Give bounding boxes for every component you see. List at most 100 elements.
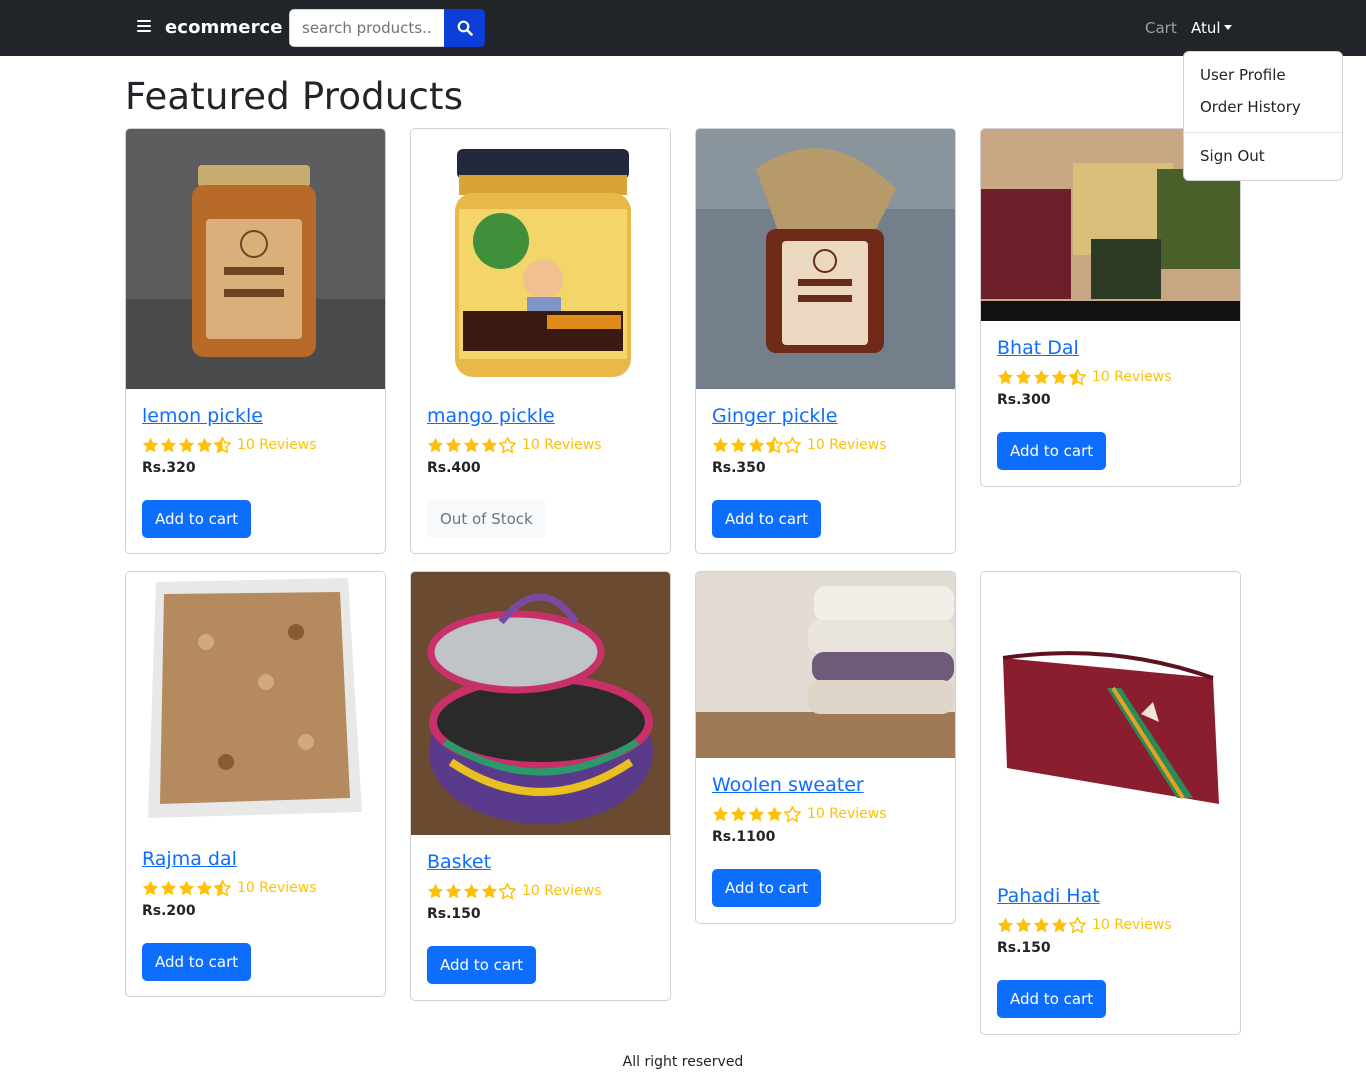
product-image-mango-pickle[interactable] <box>411 129 670 389</box>
review-count: 10 Reviews <box>522 883 602 899</box>
star-rating: 10 Reviews <box>712 435 887 455</box>
page-title: Featured Products <box>125 75 464 118</box>
empty-star-icon <box>784 805 801 823</box>
full-star-icon <box>712 437 729 452</box>
full-star-icon <box>730 806 747 821</box>
review-count: 10 Reviews <box>1092 917 1172 933</box>
star-rating: 10 Reviews <box>712 804 887 824</box>
product-image-lemon-pickle[interactable] <box>126 129 385 389</box>
product-image-woolen-sweater[interactable] <box>696 572 955 758</box>
menu-icon[interactable] <box>137 20 151 34</box>
empty-star-icon <box>784 436 801 454</box>
user-menu-toggle[interactable]: Atul <box>1191 19 1232 37</box>
full-star-icon <box>1033 369 1050 384</box>
full-star-icon <box>445 437 462 452</box>
full-star-icon <box>178 880 195 895</box>
empty-star-icon <box>1069 916 1086 934</box>
product-price: Rs.400 <box>427 460 481 476</box>
dropdown-order-history[interactable]: Order History <box>1200 98 1301 116</box>
product-image-pahadi-hat[interactable] <box>981 572 1240 869</box>
full-star-icon <box>142 437 159 452</box>
half-star-icon <box>766 436 783 454</box>
product-name-link[interactable]: lemon pickle <box>142 405 317 427</box>
star-rating: 10 Reviews <box>427 881 602 901</box>
product-card: Rajma dal 10 Reviews Rs.200 Add to cart <box>125 571 386 997</box>
add-to-cart-button[interactable]: Add to cart <box>997 432 1107 470</box>
product-price: Rs.350 <box>712 460 766 476</box>
add-to-cart-button[interactable]: Add to cart <box>997 980 1107 1018</box>
product-name-link[interactable]: Basket <box>427 851 602 873</box>
full-star-icon <box>730 437 747 452</box>
full-star-icon <box>160 437 177 452</box>
footer-text: All right reserved <box>622 1054 744 1070</box>
full-star-icon <box>1051 917 1068 932</box>
review-count: 10 Reviews <box>522 437 602 453</box>
add-to-cart-button[interactable]: Add to cart <box>142 943 252 981</box>
product-card: Bhat Dal 10 Reviews Rs.300 Add to cart <box>980 128 1241 487</box>
full-star-icon <box>160 880 177 895</box>
full-star-icon <box>1015 369 1032 384</box>
product-card: Pahadi Hat 10 Reviews Rs.150 Add to cart <box>980 571 1241 1035</box>
add-to-cart-button[interactable]: Add to cart <box>427 946 537 984</box>
full-star-icon <box>712 806 729 821</box>
half-star-icon <box>214 436 231 454</box>
dropdown-divider <box>1184 132 1342 133</box>
product-price: Rs.300 <box>997 392 1051 408</box>
full-star-icon <box>1015 917 1032 932</box>
review-count: 10 Reviews <box>1092 369 1172 385</box>
product-card: Woolen sweater 10 Reviews Rs.1100 Add to… <box>695 571 956 924</box>
user-dropdown-menu: User Profile Order History Sign Out <box>1183 51 1343 181</box>
full-star-icon <box>997 917 1014 932</box>
dropdown-user-profile[interactable]: User Profile <box>1200 66 1286 84</box>
product-card: lemon pickle 10 Reviews Rs.320 Add to ca… <box>125 128 386 554</box>
product-price: Rs.320 <box>142 460 196 476</box>
star-rating: 10 Reviews <box>997 915 1172 935</box>
dropdown-sign-out[interactable]: Sign Out <box>1200 147 1265 165</box>
product-price: Rs.150 <box>427 906 481 922</box>
product-card: mango pickle 10 Reviews Rs.400 Out of St… <box>410 128 671 554</box>
full-star-icon <box>427 883 444 898</box>
search-button[interactable] <box>444 9 485 47</box>
review-count: 10 Reviews <box>807 437 887 453</box>
user-name: Atul <box>1191 19 1221 37</box>
review-count: 10 Reviews <box>807 806 887 822</box>
review-count: 10 Reviews <box>237 437 317 453</box>
add-to-cart-button[interactable]: Add to cart <box>142 500 252 538</box>
out-of-stock-button[interactable]: Out of Stock <box>427 500 546 538</box>
cart-link[interactable]: Cart <box>1145 19 1177 37</box>
product-image-rajma-dal[interactable] <box>126 572 385 832</box>
star-rating: 10 Reviews <box>997 367 1172 387</box>
full-star-icon <box>142 880 159 895</box>
brand-logo[interactable]: ecommerce <box>165 17 283 38</box>
navbar: ecommerce Cart Atul <box>0 0 1366 56</box>
product-price: Rs.200 <box>142 903 196 919</box>
full-star-icon <box>997 369 1014 384</box>
full-star-icon <box>463 883 480 898</box>
full-star-icon <box>766 806 783 821</box>
star-rating: 10 Reviews <box>142 878 317 898</box>
add-to-cart-button[interactable]: Add to cart <box>712 500 822 538</box>
empty-star-icon <box>499 882 516 900</box>
product-name-link[interactable]: mango pickle <box>427 405 602 427</box>
product-name-link[interactable]: Ginger pickle <box>712 405 887 427</box>
full-star-icon <box>178 437 195 452</box>
half-star-icon <box>214 879 231 897</box>
product-price: Rs.1100 <box>712 829 776 845</box>
full-star-icon <box>427 437 444 452</box>
product-name-link[interactable]: Pahadi Hat <box>997 885 1172 907</box>
star-rating: 10 Reviews <box>142 435 317 455</box>
product-card: Ginger pickle 10 Reviews Rs.350 Add to c… <box>695 128 956 554</box>
full-star-icon <box>463 437 480 452</box>
product-image-ginger-pickle[interactable] <box>696 129 955 389</box>
product-image-basket[interactable] <box>411 572 670 835</box>
full-star-icon <box>1033 917 1050 932</box>
product-card: Basket 10 Reviews Rs.150 Add to cart <box>410 571 671 1001</box>
product-name-link[interactable]: Woolen sweater <box>712 774 887 796</box>
product-name-link[interactable]: Rajma dal <box>142 848 317 870</box>
full-star-icon <box>748 806 765 821</box>
product-name-link[interactable]: Bhat Dal <box>997 337 1172 359</box>
empty-star-icon <box>499 436 516 454</box>
search-icon <box>457 20 473 36</box>
search-input[interactable] <box>289 9 444 47</box>
add-to-cart-button[interactable]: Add to cart <box>712 869 822 907</box>
